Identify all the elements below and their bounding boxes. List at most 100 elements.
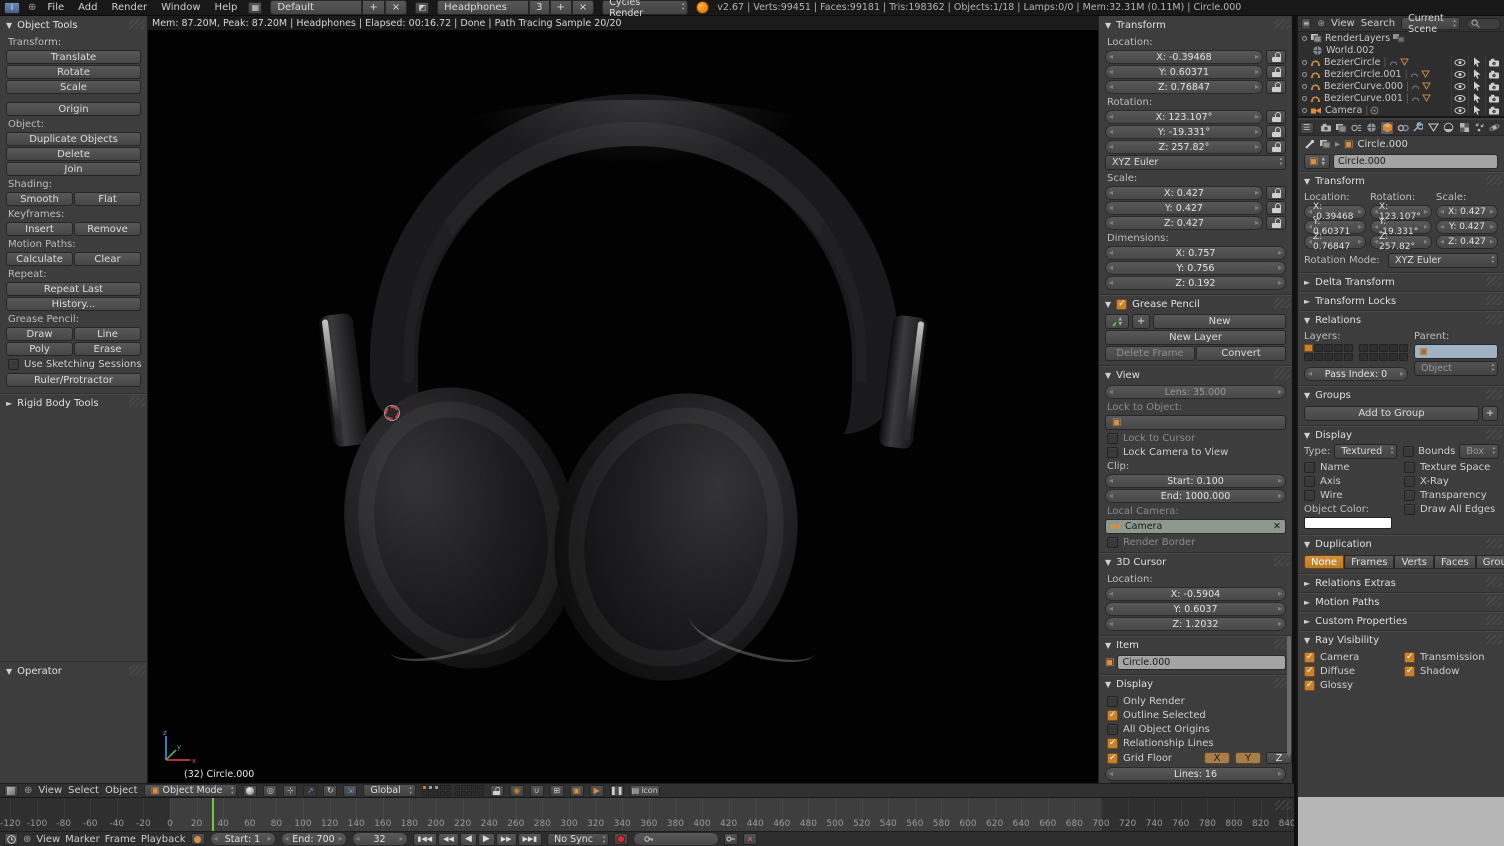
view3d-menu-view[interactable]: View — [38, 785, 62, 796]
lock-icon[interactable] — [1266, 140, 1286, 154]
manipulator-scale-toggle[interactable]: ⇲ — [343, 785, 357, 797]
lock-icon[interactable] — [1266, 201, 1286, 215]
viewport-layer-cell[interactable] — [479, 791, 484, 796]
delete-keyframe-icon[interactable]: ✕ — [743, 833, 757, 845]
layer-cell[interactable] — [1379, 344, 1388, 352]
viewport-layer-cell[interactable] — [446, 791, 451, 796]
pass-index-field[interactable]: ◂Pass Index: 0▸ — [1304, 367, 1408, 381]
viewport-layer-cell[interactable] — [428, 791, 433, 796]
duplication-group-button[interactable]: Group — [1476, 555, 1504, 569]
outliner-item-name[interactable]: RenderLayers — [1325, 33, 1390, 44]
scale-y-field[interactable]: ◂Y: 0.427▸ — [1105, 201, 1263, 215]
outliner-row[interactable]: Camera| — [1298, 104, 1504, 116]
outliner-menu-search[interactable]: Search — [1361, 18, 1395, 29]
manipulator-translate-toggle[interactable]: ↗ — [303, 785, 317, 797]
ruler-protractor-button[interactable]: Ruler/Protractor — [6, 373, 141, 387]
tab-constraints-icon[interactable] — [1395, 121, 1409, 135]
lock-icon[interactable] — [1266, 65, 1286, 79]
grease-pencil-checkbox[interactable] — [1116, 299, 1127, 310]
panel-grip[interactable] — [1274, 298, 1290, 308]
cursor-z-field[interactable]: ◂Z: 1.2032▸ — [1105, 617, 1286, 631]
viewport-layer-cell[interactable] — [467, 785, 472, 790]
rigid-body-tools-header[interactable]: ► Rigid Body Tools — [0, 394, 147, 412]
sidebar-scrollbar[interactable] — [1287, 636, 1291, 756]
rotation-order-dropdown[interactable]: XYZ Euler — [1105, 155, 1286, 170]
p-rot-z[interactable]: ◂Z: 257.82°▸ — [1370, 235, 1432, 249]
manipulator-rotate-toggle[interactable]: ↻ — [323, 785, 337, 797]
viewport-layer-cell[interactable] — [434, 791, 439, 796]
shadow-ray-checkbox[interactable] — [1404, 666, 1415, 677]
timeline-menu-view[interactable]: View — [36, 834, 60, 845]
browse-icon[interactable] — [1319, 139, 1331, 149]
grid-x-toggle[interactable]: X — [1204, 752, 1230, 764]
gp-delete-frame-button[interactable]: Delete Frame — [1105, 346, 1195, 361]
gp-new-layer-button[interactable]: New Layer — [1105, 330, 1286, 345]
panel-grip[interactable] — [1486, 314, 1502, 324]
current-frame-field[interactable]: ◂32▸ — [352, 832, 408, 846]
gp-convert-button[interactable]: Convert — [1196, 346, 1286, 361]
layer-cell[interactable] — [1334, 353, 1343, 361]
expand-dot-icon[interactable] — [1302, 72, 1307, 77]
render-toggle[interactable] — [1485, 56, 1502, 68]
viewport-layer-cell[interactable] — [440, 791, 445, 796]
cursor-y-field[interactable]: ◂Y: 0.6037▸ — [1105, 602, 1286, 616]
scene-add-button[interactable]: + — [550, 0, 572, 15]
expand-dot-icon[interactable] — [1302, 96, 1307, 101]
outliner-item-name[interactable]: Camera — [1325, 105, 1362, 116]
layout-add-button[interactable]: + — [362, 0, 384, 15]
p-scl-y[interactable]: ◂Y: 0.427▸ — [1436, 220, 1498, 234]
outliner-row[interactable]: World.002 — [1298, 44, 1504, 56]
render-toggle[interactable] — [1485, 92, 1502, 104]
snap-element-dropdown[interactable]: ⊞ — [550, 785, 564, 797]
glossy-ray-checkbox[interactable] — [1304, 680, 1315, 691]
viewport-layer-cell[interactable] — [455, 785, 460, 790]
layer-cell[interactable] — [1344, 344, 1353, 352]
layer-cell[interactable] — [1379, 353, 1388, 361]
object-color-swatch[interactable] — [1304, 517, 1392, 529]
item-panel-header[interactable]: ▼ Item — [1099, 636, 1292, 654]
panel-grip[interactable] — [1486, 429, 1502, 439]
layout-close-button[interactable]: × — [385, 0, 407, 15]
clear-paths-button[interactable]: Clear — [74, 252, 141, 266]
bounds-checkbox[interactable] — [1403, 446, 1414, 457]
lock-icon[interactable] — [1266, 186, 1286, 200]
insert-keyframe-button[interactable]: Insert — [6, 222, 73, 236]
selectable-toggle[interactable] — [1468, 92, 1485, 104]
cursor3d-panel-header[interactable]: ▼ 3D Cursor — [1099, 553, 1292, 571]
tab-particles-icon[interactable] — [1472, 121, 1486, 135]
item-name-field[interactable]: Circle.000 — [1117, 655, 1286, 670]
all-object-origins-checkbox[interactable] — [1107, 724, 1118, 735]
duplicate-objects-button[interactable]: Duplicate Objects — [6, 132, 141, 146]
panel-grip[interactable] — [1274, 19, 1290, 29]
panel-grip[interactable] — [1486, 634, 1502, 644]
render-border-checkbox[interactable] — [1107, 537, 1118, 548]
menu-help[interactable]: Help — [212, 2, 241, 13]
rotate-button[interactable]: Rotate — [6, 65, 141, 79]
render-toggle[interactable] — [1485, 68, 1502, 80]
local-camera-field[interactable]: Camera✕ — [1105, 519, 1286, 534]
lock-object-field[interactable]: ▣ — [1105, 415, 1286, 430]
viewport-3d[interactable]: Mem: 87.20M, Peak: 87.20M | Headphones |… — [148, 16, 1098, 783]
pin-icon[interactable]: ⊕ — [1317, 19, 1325, 29]
p-scl-x[interactable]: ◂X: 0.427▸ — [1436, 205, 1498, 219]
loc-x-field[interactable]: ◂X: -0.39468▸ — [1105, 50, 1263, 64]
grease-pencil-panel-header[interactable]: ▼ Grease Pencil — [1099, 295, 1292, 313]
tab-world-icon[interactable] — [1365, 121, 1379, 135]
timeline-editor-icon[interactable] — [4, 833, 18, 845]
mode-dropdown[interactable]: ▣Object Mode — [144, 784, 238, 797]
timeline-menu-frame[interactable]: Frame — [105, 834, 136, 845]
wire-checkbox[interactable] — [1304, 490, 1315, 501]
cursor-x-field[interactable]: ◂X: -0.5904▸ — [1105, 587, 1286, 601]
layers-grid[interactable] — [1304, 344, 1408, 361]
clear-icon[interactable]: ✕ — [1273, 521, 1281, 532]
panel-grip[interactable] — [1486, 615, 1502, 625]
outliner-menu-view[interactable]: View — [1331, 18, 1355, 29]
panel-grip[interactable] — [1274, 556, 1290, 566]
panel-grip[interactable] — [1486, 175, 1502, 185]
origin-button[interactable]: Origin — [6, 102, 141, 116]
custom-properties-header[interactable]: ►Custom Properties — [1298, 612, 1504, 630]
display-panel-header[interactable]: ▼ Display — [1099, 675, 1292, 693]
tab-scene-icon[interactable] — [1349, 121, 1363, 135]
viewport-layer-cell[interactable] — [473, 791, 478, 796]
insert-keyframe-icon[interactable] — [724, 833, 738, 845]
